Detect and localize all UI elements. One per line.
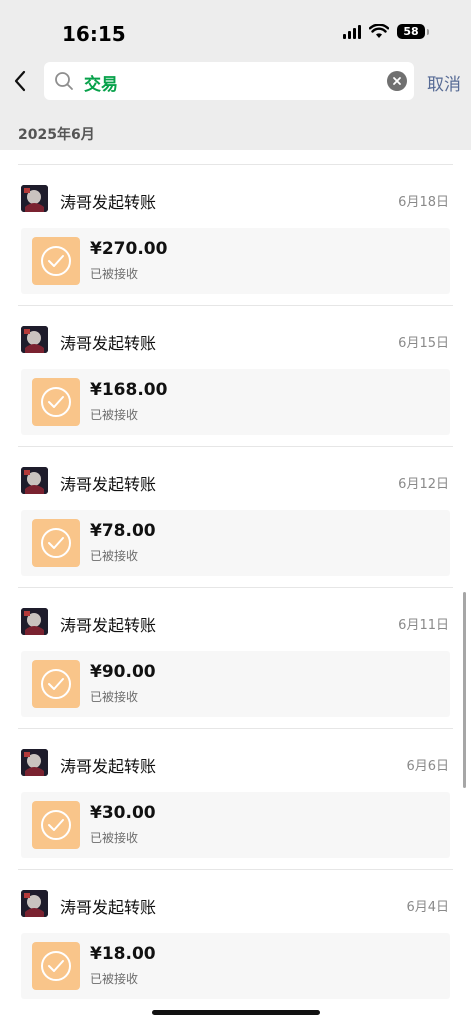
status-label: 已被接收 xyxy=(90,831,139,845)
avatar xyxy=(21,467,48,494)
list-item[interactable]: 涛哥发起转账 6月4日 ¥18.00 已被接收 xyxy=(0,857,471,999)
clear-icon[interactable] xyxy=(387,71,407,91)
status-icons: 58 xyxy=(343,24,429,39)
amount: ¥18.00 xyxy=(90,944,156,964)
amount: ¥30.00 xyxy=(90,803,156,823)
check-circle-icon xyxy=(32,801,80,849)
avatar xyxy=(21,890,48,917)
chevron-left-icon xyxy=(14,70,26,92)
avatar xyxy=(21,608,48,635)
sender-label: 涛哥发起转账 xyxy=(60,193,157,212)
amount: ¥90.00 xyxy=(90,662,156,682)
check-circle-icon xyxy=(32,942,80,990)
search-icon xyxy=(55,72,73,90)
amount: ¥168.00 xyxy=(90,380,168,400)
sender-label: 涛哥发起转账 xyxy=(60,475,157,494)
month-header: 2025年6月 xyxy=(0,118,471,150)
list-item[interactable]: 涛哥发起转账 6月11日 ¥90.00 已被接收 xyxy=(0,575,471,717)
sender-label: 涛哥发起转账 xyxy=(60,334,157,353)
wifi-icon xyxy=(369,24,389,38)
sender-label: 涛哥发起转账 xyxy=(60,757,157,776)
scrollbar[interactable] xyxy=(463,592,466,788)
transfer-card[interactable]: ¥30.00 已被接收 xyxy=(21,792,450,858)
battery-tip xyxy=(427,28,429,35)
status-label: 已被接收 xyxy=(90,408,139,422)
avatar xyxy=(21,749,48,776)
status-label: 已被接收 xyxy=(90,549,139,563)
status-time: 16:15 xyxy=(62,22,126,46)
status-label: 已被接收 xyxy=(90,267,139,281)
date-label: 6月6日 xyxy=(406,759,449,774)
close-icon xyxy=(393,77,401,85)
cancel-button[interactable]: 取消 xyxy=(427,70,461,95)
signal-icon xyxy=(343,24,361,39)
transfer-card[interactable]: ¥78.00 已被接收 xyxy=(21,510,450,576)
transfer-card[interactable]: ¥90.00 已被接收 xyxy=(21,651,450,717)
check-circle-icon xyxy=(32,519,80,567)
sender-label: 涛哥发起转账 xyxy=(60,616,157,635)
home-indicator[interactable] xyxy=(152,1010,320,1015)
amount: ¥270.00 xyxy=(90,239,168,259)
avatar xyxy=(21,326,48,353)
list-item[interactable]: 涛哥发起转账 6月18日 ¥270.00 已被接收 xyxy=(0,152,471,294)
avatar xyxy=(21,185,48,212)
transfer-card[interactable]: ¥168.00 已被接收 xyxy=(21,369,450,435)
search-input[interactable]: 交易 xyxy=(44,62,414,100)
back-button[interactable] xyxy=(8,66,32,96)
transfer-card[interactable]: ¥270.00 已被接收 xyxy=(21,228,450,294)
transfer-card[interactable]: ¥18.00 已被接收 xyxy=(21,933,450,999)
date-label: 6月12日 xyxy=(398,477,449,492)
date-label: 6月15日 xyxy=(398,336,449,351)
amount: ¥78.00 xyxy=(90,521,156,541)
month-label: 2025年6月 xyxy=(18,127,95,143)
search-query: 交易 xyxy=(84,75,118,95)
status-label: 已被接收 xyxy=(90,972,139,986)
check-circle-icon xyxy=(32,660,80,708)
date-label: 6月4日 xyxy=(406,900,449,915)
header: 16:15 58 交易 取消 xyxy=(0,0,471,118)
list-item[interactable]: 涛哥发起转账 6月12日 ¥78.00 已被接收 xyxy=(0,434,471,576)
check-circle-icon xyxy=(32,237,80,285)
status-label: 已被接收 xyxy=(90,690,139,704)
date-label: 6月11日 xyxy=(398,618,449,633)
battery-level: 58 xyxy=(403,25,419,38)
battery-icon: 58 xyxy=(397,24,425,39)
sender-label: 涛哥发起转账 xyxy=(60,898,157,917)
date-label: 6月18日 xyxy=(398,195,449,210)
list-item[interactable]: 涛哥发起转账 6月6日 ¥30.00 已被接收 xyxy=(0,716,471,858)
check-circle-icon xyxy=(32,378,80,426)
list-item[interactable]: 涛哥发起转账 6月15日 ¥168.00 已被接收 xyxy=(0,293,471,435)
